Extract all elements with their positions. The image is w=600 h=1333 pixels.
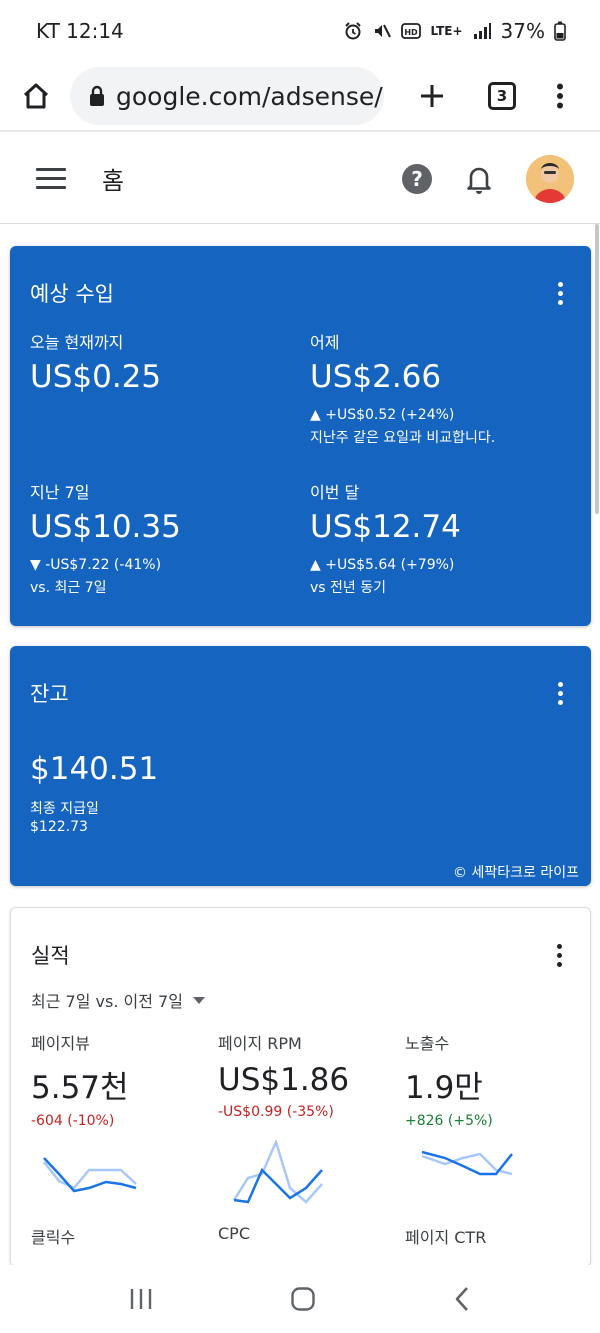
metric-clicks-label: 클릭수 [31,1228,76,1247]
last-payment-label: 최종 지급일 [30,801,99,817]
performance-card: 실적 최근 7일 vs. 이전 7일 페이지뷰 5.57천 -604 (-10%… [10,907,591,1267]
metric-value: 1.9만 [405,1070,483,1106]
recents-icon[interactable] [128,1287,154,1311]
metric-today: 오늘 현재까지 US$0.25 [30,329,161,395]
metric-this-month: 이번 달 US$12.74 ▲ +US$5.64 (+79%) vs 전년 동기 [310,479,461,597]
signal-icon [473,23,491,39]
metric-pageviews[interactable]: 페이지뷰 5.57천 -604 (-10%) [31,1030,211,1129]
date-range-dropdown[interactable]: 최근 7일 vs. 이전 7일 [31,988,205,1012]
url-text: google.com/adsense/ [116,81,383,111]
metric-label: 페이지 RPM [218,1034,302,1053]
caret-down-icon [192,996,205,1004]
browser-home-button[interactable] [18,78,54,114]
metric-note: vs 전년 동기 [310,580,386,596]
impressions-sparkline [421,1150,513,1176]
home-nav-icon[interactable] [290,1286,316,1312]
balance-value: $140.51 [30,751,159,787]
metric-value: US$0.25 [30,359,162,395]
help-icon[interactable]: ? [402,163,432,194]
metric-delta: -604 (-10%) [31,1113,115,1129]
metric-value: US$2.66 [310,359,442,395]
page-rpm-sparkline [232,1140,323,1204]
date-range-label: 최근 7일 vs. 이전 7일 [31,992,183,1011]
tab-count: 3 [488,82,516,110]
watermark: © 세팍타크로 라이프 [453,865,579,881]
earnings-card-title: 예상 수입 [30,282,114,306]
page-title: 홈 [102,167,125,195]
battery-level: 37% [500,19,545,43]
svg-text:HD: HD [405,28,419,37]
system-navigation-bar [0,1265,600,1333]
metric-value: US$10.35 [30,509,181,545]
page-scrollbar[interactable] [595,224,599,514]
network-type: LTE+ [430,24,463,38]
metric-value: US$12.74 [310,509,461,545]
avatar[interactable] [526,154,574,203]
estimated-earnings-card: 예상 수입 오늘 현재까지 US$0.25 어제 US$2.66 ▲ +US$0… [10,246,591,626]
balance-menu-icon[interactable] [558,682,563,705]
metric-note: 지난주 같은 요일과 비교합니다. [310,430,496,446]
metric-page-rpm[interactable]: 페이지 RPM US$1.86 -US$0.99 (-35%) [218,1030,398,1120]
metric-label: 노출수 [405,1034,450,1053]
earnings-menu-icon[interactable] [558,282,563,305]
metric-delta: +826 (+5%) [405,1113,493,1129]
address-bar[interactable]: google.com/adsense/ [70,67,384,125]
last-payment-value: $122.73 [30,819,88,835]
metric-delta: ▲ +US$0.52 (+24%) [310,407,455,423]
metric-impressions[interactable]: 노출수 1.9만 +826 (+5%) [405,1030,585,1129]
metric-delta: -US$0.99 (-35%) [218,1104,334,1120]
performance-menu-icon[interactable] [557,944,562,967]
performance-card-title: 실적 [31,944,70,968]
metric-cpc-label: CPC [218,1224,250,1243]
metric-value: 5.57천 [31,1070,129,1106]
home-icon [23,83,49,109]
lock-icon [90,85,104,106]
pageviews-sparkline [43,1157,137,1193]
metric-delta: ▼ -US$7.22 (-41%) [30,557,162,573]
metric-yesterday: 어제 US$2.66 ▲ +US$0.52 (+24%) 지난주 같은 요일과 … [310,329,495,447]
new-tab-button[interactable] [412,76,452,116]
metric-label: 페이지뷰 [31,1034,90,1053]
bell-icon[interactable] [466,164,492,194]
metric-label: 오늘 현재까지 [30,333,124,352]
alarm-icon [345,22,362,40]
status-icons: HD LTE+ 37% [343,19,566,43]
metric-label: 지난 7일 [30,483,90,502]
status-time: KT 12:14 [36,19,124,43]
metric-page-ctr-label: 페이지 CTR [405,1228,487,1247]
battery-icon [554,21,566,41]
hd-icon: HD [401,23,422,39]
metric-delta: ▲ +US$5.64 (+79%) [310,557,455,573]
metric-last-7-days: 지난 7일 US$10.35 ▼ -US$7.22 (-41%) vs. 최근 … [30,479,181,597]
balance-card: 잔고 $140.51 최종 지급일 $122.73 © 세팍타크로 라이프 [10,646,591,886]
back-icon[interactable] [452,1286,472,1312]
mute-icon [375,24,392,38]
tab-switcher-button[interactable]: 3 [482,76,522,116]
status-bar: KT 12:14 HD LTE+ 37% [0,0,600,62]
more-vert-icon [557,83,563,109]
browser-toolbar: google.com/adsense/ 3 [0,62,600,132]
metric-value: US$1.86 [218,1062,350,1098]
browser-menu-button[interactable] [540,76,580,116]
app-header: 홈 ? [0,134,600,224]
metric-label: 이번 달 [310,483,360,502]
plus-icon [421,85,443,107]
metric-note: vs. 최근 7일 [30,580,107,596]
balance-card-title: 잔고 [30,682,69,706]
menu-icon[interactable] [36,168,66,189]
metric-label: 어제 [310,333,340,352]
